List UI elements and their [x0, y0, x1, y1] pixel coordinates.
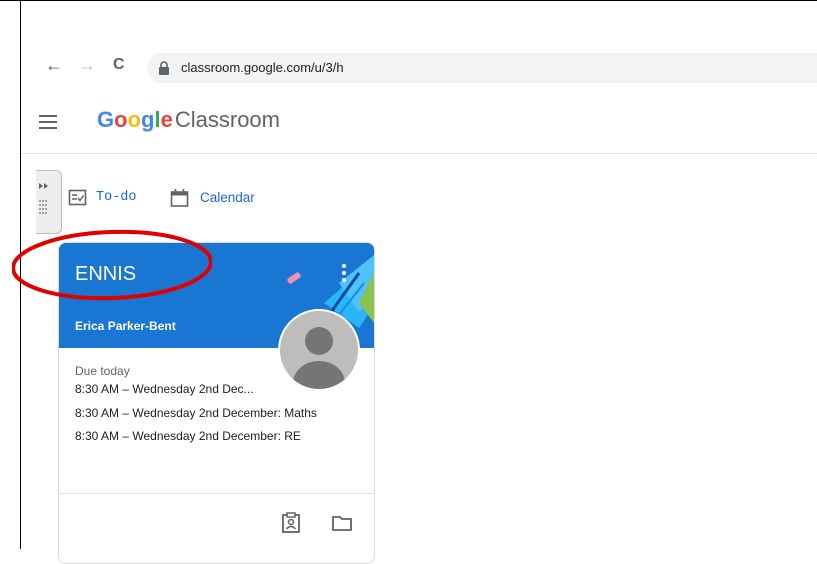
extension-side-tab[interactable]	[36, 170, 62, 234]
assignment-portfolio-icon[interactable]	[280, 512, 302, 534]
folder-icon[interactable]	[331, 512, 353, 534]
address-bar[interactable]: classroom.google.com/u/3/h	[147, 53, 817, 83]
due-today-label: Due today	[75, 364, 130, 378]
google-classroom-logo[interactable]: GoogleClassroom	[97, 107, 280, 133]
todo-icon	[68, 189, 87, 206]
teacher-avatar	[278, 309, 360, 391]
calendar-label: Calendar	[200, 190, 255, 205]
url-text: classroom.google.com/u/3/h	[181, 60, 344, 75]
class-name-link[interactable]: ENNIS	[75, 263, 136, 286]
teacher-name[interactable]: Erica Parker-Bent	[75, 319, 176, 333]
calendar-icon	[170, 189, 189, 207]
hamburger-menu-icon[interactable]	[39, 115, 57, 129]
google-wordmark: Google	[97, 107, 173, 132]
more-options-icon[interactable]	[341, 263, 347, 283]
lock-icon	[159, 61, 169, 75]
forward-icon[interactable]: →	[78, 55, 96, 75]
browser-toolbar: ← → C classroom.google.com/u/3/h	[21, 48, 817, 86]
due-item[interactable]: 8:30 AM – Wednesday 2nd December: Maths	[75, 406, 317, 420]
due-item[interactable]: 8:30 AM – Wednesday 2nd December: RE	[75, 429, 301, 443]
class-card-footer	[59, 493, 374, 563]
class-card[interactable]: ENNIS Erica Parker-Bent Due today 8:30 A…	[58, 242, 375, 564]
due-item[interactable]: 8:30 AM – Wednesday 2nd Dec...	[75, 382, 254, 396]
product-name: Classroom	[174, 107, 280, 132]
back-icon[interactable]: ←	[45, 55, 63, 75]
todo-label: To-do	[96, 190, 137, 205]
grip-icon	[39, 183, 48, 214]
app-header: GoogleClassroom	[21, 95, 817, 154]
reload-icon[interactable]: C	[113, 55, 125, 75]
